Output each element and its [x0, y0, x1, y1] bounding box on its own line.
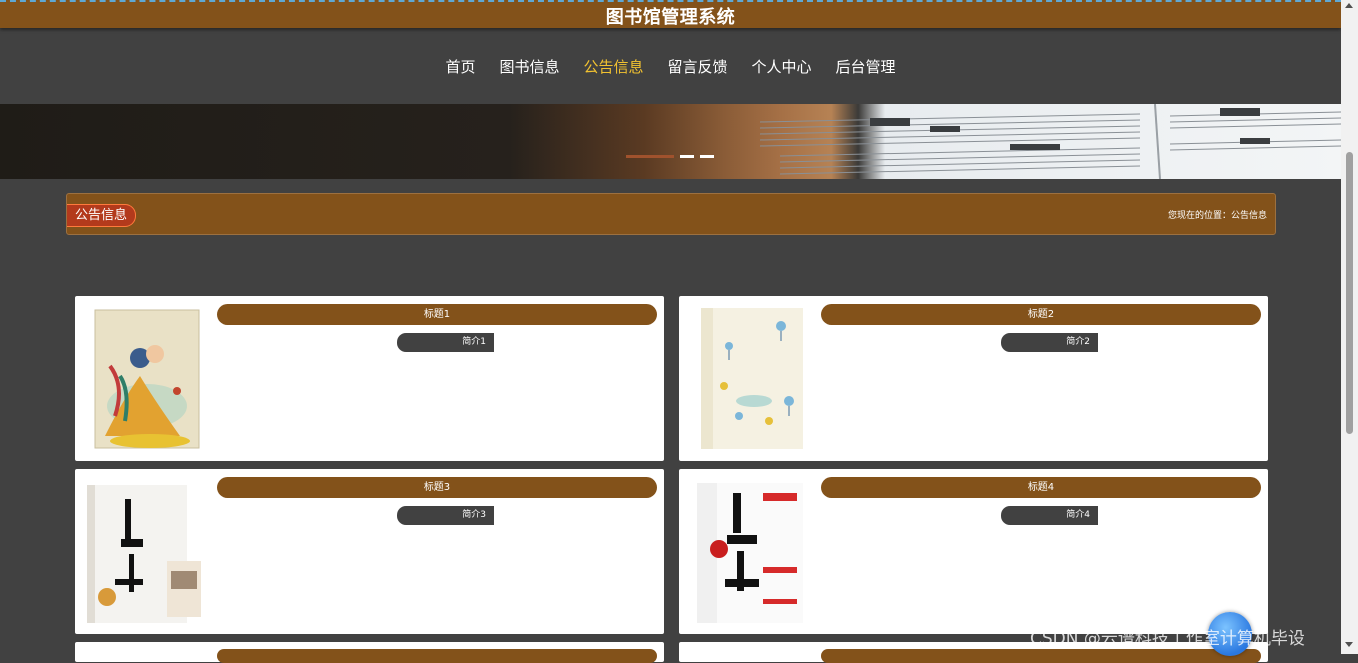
notice-card[interactable]: 标题4 简介4: [679, 469, 1268, 634]
book-cover-image: [697, 483, 803, 623]
nav-books[interactable]: 图书信息: [493, 54, 565, 79]
carousel-dot-2[interactable]: [680, 155, 694, 158]
notice-intro: 简介2: [1001, 333, 1098, 352]
notice-title[interactable]: 标题3: [217, 477, 657, 498]
book-cover-image: [87, 485, 201, 623]
notice-card[interactable]: 标题3 简介3: [75, 469, 664, 634]
scroll-up-icon[interactable]: [1345, 3, 1353, 8]
scroll-thumb[interactable]: [1346, 152, 1353, 434]
main-nav: 首页 图书信息 公告信息 留言反馈 个人中心 后台管理: [0, 54, 1341, 79]
nav-notices[interactable]: 公告信息: [577, 54, 649, 79]
notice-title[interactable]: 标题2: [821, 304, 1261, 325]
carousel-dot-3[interactable]: [700, 155, 714, 158]
notice-title-partial[interactable]: [217, 649, 657, 663]
section-tag: 公告信息: [67, 204, 137, 227]
book-cover-image: [94, 309, 200, 449]
notice-intro: 简介1: [397, 333, 494, 352]
notice-title-partial[interactable]: [821, 649, 1261, 663]
notice-intro: 简介4: [1001, 506, 1098, 525]
carousel-dot-1[interactable]: [626, 155, 674, 158]
watermark: CSDN @云谱科技工作室计算机毕设: [1030, 629, 1305, 649]
nav-feedback[interactable]: 留言反馈: [662, 54, 734, 79]
notice-card[interactable]: 标题1 简介1: [75, 296, 664, 461]
notice-card[interactable]: [75, 642, 664, 663]
top-header: 图书馆管理系统: [0, 0, 1341, 28]
site-title: 图书馆管理系统: [605, 7, 736, 28]
nav-home[interactable]: 首页: [439, 54, 481, 79]
notice-title[interactable]: 标题4: [821, 477, 1261, 498]
nav-profile[interactable]: 个人中心: [746, 54, 818, 79]
notice-intro: 简介3: [397, 506, 494, 525]
breadcrumb-bar: 公告信息 您现在的位置：公告信息: [66, 193, 1276, 235]
notice-card[interactable]: 标题2 简介2: [679, 296, 1268, 461]
vertical-scrollbar[interactable]: [1341, 0, 1358, 654]
notice-title[interactable]: 标题1: [217, 304, 657, 325]
scroll-down-icon[interactable]: [1345, 642, 1353, 647]
banner-carousel[interactable]: [0, 104, 1341, 179]
nav-admin[interactable]: 后台管理: [830, 54, 902, 79]
carousel-indicators: [626, 155, 714, 158]
book-cover-image: [701, 308, 803, 449]
breadcrumb: 您现在的位置：公告信息: [1167, 211, 1267, 221]
banner-image: [759, 104, 1341, 179]
